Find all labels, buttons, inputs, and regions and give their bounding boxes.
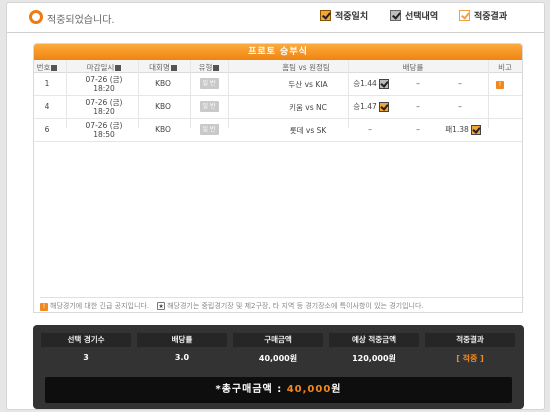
result-headline: 적중되었습니다. xyxy=(47,15,115,26)
legend-selection: 선택내역 xyxy=(390,9,438,22)
col-league[interactable]: 대회명 xyxy=(138,62,188,73)
summary-expected: 예상 적중금액 120,000원 xyxy=(329,333,419,364)
match-label: 키움 vs NC xyxy=(289,103,327,112)
total-purchase: *총구매금액 : 40,000원 xyxy=(45,377,512,403)
summary-result: 적중결과 [ 적중 ] xyxy=(425,333,515,364)
result-panel: 적중되었습니다. 적중일치 선택내역 적중결과 프로토 승부식 번호 마감일시 … xyxy=(6,2,545,410)
legend-hit-result: 적중결과 xyxy=(459,9,507,22)
special-notice: ★ 해당경기는 중립경기장 및 제2구장, 타 지역 등 경기장소에 특이사항이 … xyxy=(157,301,424,310)
checkbox-outline-icon xyxy=(459,10,470,21)
odd-home[interactable]: 승1.47 xyxy=(348,101,394,112)
type-badge: 일 반 xyxy=(199,78,219,89)
urgent-notice-icon[interactable]: ! xyxy=(496,81,504,89)
selection-check-icon xyxy=(378,79,389,89)
odd-away[interactable]: 패1.38 xyxy=(438,124,488,135)
table-row[interactable]: 4 07-26 (금) 18:20 KBO 일 반 키움 vs NC 승1.47… xyxy=(34,96,522,119)
total-amount: 40,000 xyxy=(286,384,332,395)
col-deadline[interactable]: 마감일시 xyxy=(74,62,134,73)
match-label: 롯데 vs SK xyxy=(289,126,327,135)
sort-icon[interactable] xyxy=(115,65,122,71)
bet-table: 프로토 승부식 번호 마감일시 대회명 유형 홈팀 vs 원정팀 배당률 비고 … xyxy=(33,43,523,313)
result-badge: [ 적중 ] xyxy=(456,354,484,363)
urgent-icon: ! xyxy=(40,302,48,311)
type-badge: 일 반 xyxy=(199,124,219,135)
odd-home[interactable]: 승1.44 xyxy=(348,78,394,89)
purchase-summary: 선택 경기수 3 배당률 3.0 구매금액 40,000원 예상 적중금액 12… xyxy=(33,325,524,409)
hit-check-icon xyxy=(470,125,481,135)
checkbox-gray-icon xyxy=(390,10,401,21)
checkbox-orange-icon xyxy=(320,10,331,21)
col-number[interactable]: 번호 xyxy=(36,62,58,73)
match-label: 두산 vs KIA xyxy=(288,80,328,89)
sort-icon[interactable] xyxy=(170,65,177,71)
col-type[interactable]: 유형 xyxy=(192,62,226,73)
table-row[interactable]: 6 07-26 (금) 18:50 KBO 일 반 롯데 vs SK – – 패… xyxy=(34,119,522,142)
sort-icon[interactable] xyxy=(213,65,220,71)
legend-hit-match: 적중일치 xyxy=(320,9,368,22)
sort-icon[interactable] xyxy=(51,65,58,71)
summary-games: 선택 경기수 3 xyxy=(41,333,131,362)
col-note: 비고 xyxy=(498,63,512,72)
table-row[interactable]: 1 07-26 (금) 18:20 KBO 일 반 두산 vs KIA 승1.4… xyxy=(34,73,522,96)
col-odds: 배당률 xyxy=(402,63,424,72)
col-match: 홈팀 vs 원정팀 xyxy=(282,63,330,72)
result-ring-icon xyxy=(29,10,43,24)
type-badge: 일 반 xyxy=(199,101,219,112)
notice-bar: ! 해당경기에 대한 긴급 공지입니다. ★ 해당경기는 중립경기장 및 제2구장,… xyxy=(40,297,524,313)
summary-odds: 배당률 3.0 xyxy=(137,333,227,362)
table-title: 프로토 승부식 xyxy=(34,44,522,60)
column-header: 번호 마감일시 대회명 유형 홈팀 vs 원정팀 배당률 비고 xyxy=(34,60,522,73)
hit-check-icon xyxy=(378,102,389,112)
urgent-notice: ! 해당경기에 대한 긴급 공지입니다. xyxy=(40,301,149,311)
top-bar: 적중되었습니다. 적중일치 선택내역 적중결과 xyxy=(7,3,544,33)
star-icon: ★ xyxy=(157,301,166,310)
summary-purchase: 구매금액 40,000원 xyxy=(233,333,323,364)
